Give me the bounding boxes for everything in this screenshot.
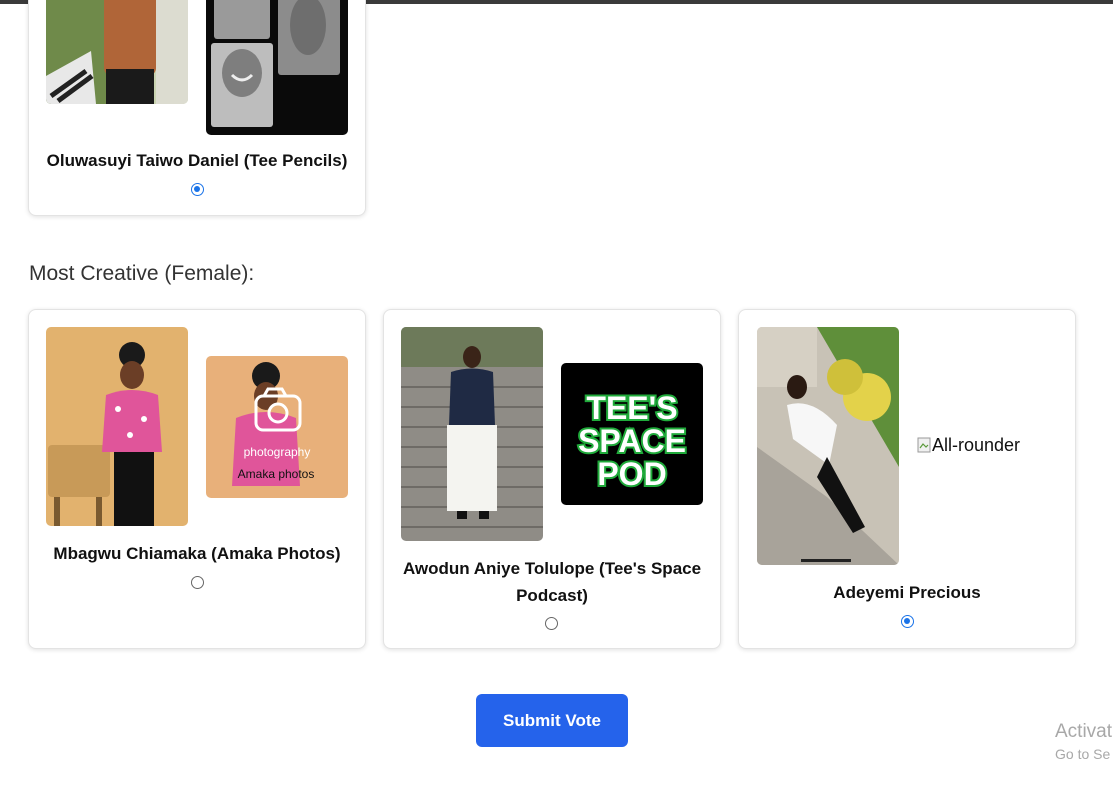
nominee-radio[interactable]: [545, 617, 558, 630]
nominee-name: Mbagwu Chiamaka (Amaka Photos): [53, 544, 341, 563]
broken-image-icon: [917, 437, 931, 453]
nominee-card-2: TEE'S SPACE POD Awodun Aniye Tolulope (T…: [383, 309, 721, 649]
nominee-photo: [46, 327, 188, 526]
logo-line-1: TEE'S: [586, 390, 677, 426]
podcast-logo: TEE'S SPACE POD: [561, 363, 703, 505]
nominee-radio[interactable]: [191, 183, 204, 196]
section-title: Most Creative (Female):: [29, 262, 255, 285]
watermark-line-1: Activat: [1055, 721, 1113, 742]
broken-image-alt: All-rounder: [932, 435, 1021, 455]
nominee-name: Adeyemi Precious: [833, 583, 981, 602]
nominee-name: Oluwasuyi Taiwo Daniel (Tee Pencils): [46, 151, 348, 170]
nominee-card-3: All-rounder Adeyemi Precious: [738, 309, 1076, 649]
nominee-name: Awodun Aniye Tolulope (Tee's Space Podca…: [402, 559, 702, 605]
nominee-photo: [401, 327, 543, 541]
nominee-radio[interactable]: [901, 615, 914, 628]
nominee-card-male: Oluwasuyi Taiwo Daniel (Tee Pencils): [28, 0, 366, 216]
logo-line-3: POD: [597, 456, 666, 492]
flyer-text: photography: [244, 445, 311, 459]
watermark-line-2: Go to Se: [1055, 746, 1111, 762]
logo-line-2: SPACE: [578, 423, 686, 459]
nominee-flyer: photography Amaka photos: [206, 356, 348, 498]
nominee-artwork: [206, 0, 348, 135]
nominee-card-1: photography Amaka photos Mbagwu Chiamaka…: [28, 309, 366, 649]
activation-watermark: Activat Go to Se: [1055, 721, 1112, 762]
flyer-brand-text: Amaka photos: [238, 467, 315, 481]
nominee-photo: [757, 327, 899, 565]
broken-image: All-rounder: [917, 435, 1020, 456]
nominee-photo: [46, 0, 188, 104]
nominee-radio[interactable]: [191, 576, 204, 589]
submit-vote-button[interactable]: Submit Vote: [476, 694, 628, 747]
